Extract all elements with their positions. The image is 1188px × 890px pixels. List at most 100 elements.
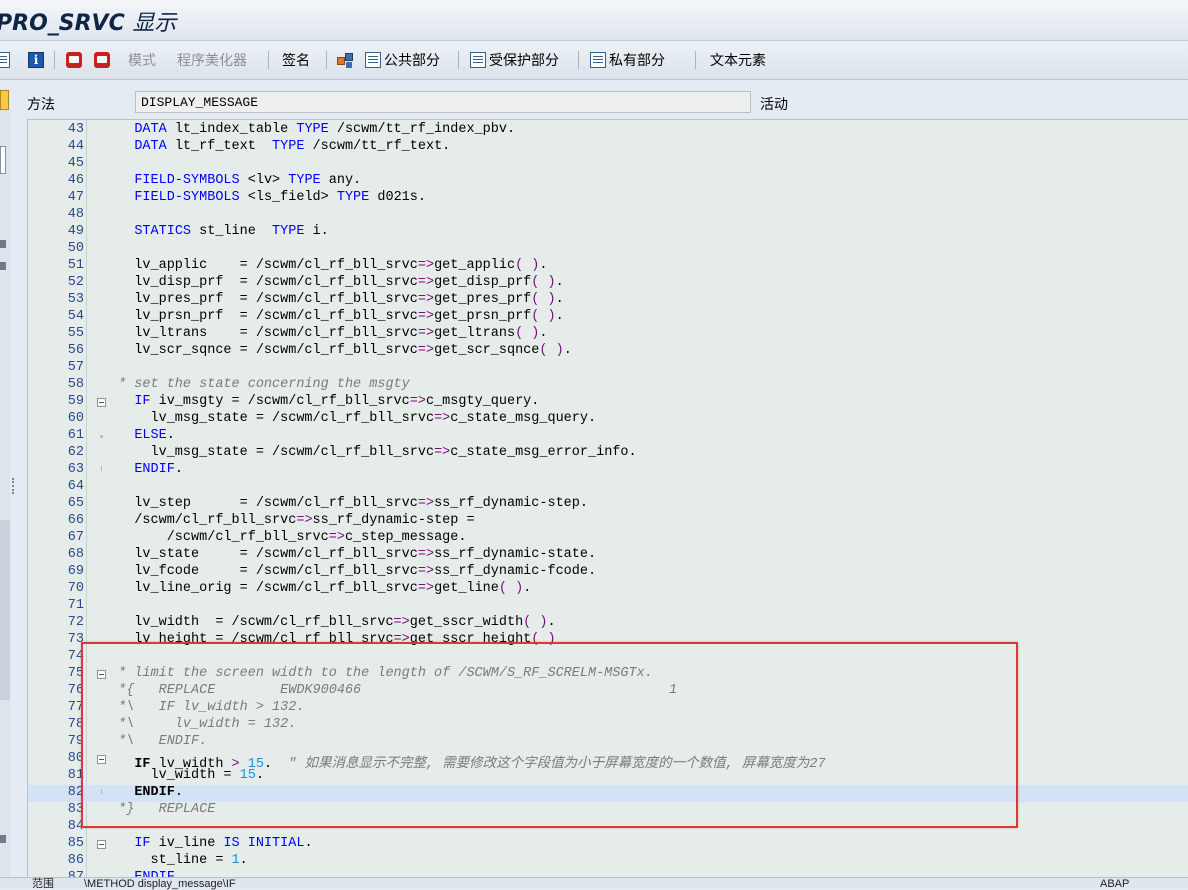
line-number: 47 — [67, 190, 84, 205]
public-section-label: 公共部分 — [384, 52, 440, 68]
title-suffix: 显示 — [132, 11, 177, 36]
code-line[interactable]: 86 st_line = 1. — [28, 853, 1188, 870]
code-text: IF iv_msgty = /scwm/cl_rf_bll_srvc=>c_ms… — [134, 394, 540, 409]
code-line[interactable]: 45 — [28, 156, 1188, 173]
pretty-printer-button[interactable]: 程序美化器 — [177, 50, 247, 70]
code-line[interactable]: 52 lv_disp_prf = /scwm/cl_rf_bll_srvc=>g… — [28, 275, 1188, 292]
code-line[interactable]: 70 lv_line_orig = /scwm/cl_rf_bll_srvc=>… — [28, 581, 1188, 598]
method-header: 方法 DISPLAY_MESSAGE 活动 — [0, 89, 1188, 117]
mode-button[interactable]: 模式 — [128, 50, 156, 70]
toolbar-separator — [578, 51, 579, 69]
fold-toggle-icon[interactable] — [97, 755, 106, 764]
line-number: 81 — [67, 768, 84, 783]
code-line[interactable]: 64 — [28, 479, 1188, 496]
protected-section-label: 受保护部分 — [489, 52, 559, 68]
code-line[interactable]: 59 IF iv_msgty = /scwm/cl_rf_bll_srvc=>c… — [28, 394, 1188, 411]
code-line[interactable]: 56 lv_scr_sqnce = /scwm/cl_rf_bll_srvc=>… — [28, 343, 1188, 360]
code-line[interactable]: 49 STATICS st_line TYPE i. — [28, 224, 1188, 241]
code-text: lv_state = /scwm/cl_rf_bll_srvc=>ss_rf_d… — [110, 547, 597, 562]
fold-toggle-icon[interactable] — [97, 840, 106, 849]
code-line[interactable]: 46 FIELD-SYMBOLS <lv> TYPE any. — [28, 173, 1188, 190]
signature-button[interactable]: 签名 — [282, 50, 310, 70]
line-number: 78 — [67, 717, 84, 732]
line-number: 65 — [67, 496, 84, 511]
code-line[interactable]: 85 IF iv_line IS INITIAL. — [28, 836, 1188, 853]
code-line[interactable]: 50 — [28, 241, 1188, 258]
code-line[interactable]: 84 — [28, 819, 1188, 836]
info-button[interactable]: i — [28, 50, 47, 70]
code-line[interactable]: 83 *} REPLACE — [28, 802, 1188, 819]
line-number: 45 — [67, 156, 84, 171]
code-text: lv_msg_state = /scwm/cl_rf_bll_srvc=>c_s… — [110, 411, 597, 426]
code-line[interactable]: 58 * set the state concerning the msgty — [28, 377, 1188, 394]
section-icon — [365, 52, 381, 68]
hierarchy-button[interactable] — [337, 50, 356, 70]
toolbar-separator — [326, 51, 327, 69]
code-line[interactable]: 81 lv_width = 15. — [28, 768, 1188, 785]
code-text: lv_step = /scwm/cl_rf_bll_srvc=>ss_rf_dy… — [110, 496, 588, 511]
code-line[interactable]: 71 — [28, 598, 1188, 615]
line-number: 82 — [67, 785, 84, 800]
panel-toggle[interactable] — [0, 146, 6, 174]
line-number: 54 — [67, 309, 84, 324]
abap-code-editor[interactable]: 43 DATA lt_index_table TYPE /scwm/tt_rf_… — [27, 119, 1188, 878]
code-line[interactable]: 76 *{ REPLACE EWDK900466 1 — [28, 683, 1188, 700]
code-line[interactable]: 57 — [28, 360, 1188, 377]
code-text: *\ IF lv_width > 132. — [110, 700, 305, 715]
public-section-button[interactable]: 公共部分 — [365, 50, 440, 70]
code-line[interactable]: 78 *\ lv_width = 132. — [28, 717, 1188, 734]
code-line[interactable]: 77 *\ IF lv_width > 132. — [28, 700, 1188, 717]
code-line[interactable]: 48 — [28, 207, 1188, 224]
code-line[interactable]: 80 IF lv_width > 15. " 如果消息显示不完整, 需要修改这个… — [28, 751, 1188, 772]
code-line[interactable]: 44 DATA lt_rf_text TYPE /scwm/tt_rf_text… — [28, 139, 1188, 156]
code-text: st_line = 1. — [110, 853, 248, 868]
code-line[interactable]: 67 /scwm/cl_rf_bll_srvc=>c_step_message. — [28, 530, 1188, 547]
code-line[interactable]: 47 FIELD-SYMBOLS <ls_field> TYPE d021s. — [28, 190, 1188, 207]
code-line[interactable]: 62 lv_msg_state = /scwm/cl_rf_bll_srvc=>… — [28, 445, 1188, 462]
code-line[interactable]: 61 ELSE. — [28, 428, 1188, 445]
line-number: 73 — [67, 632, 84, 647]
code-line[interactable]: 82 ENDIF. — [28, 785, 1188, 802]
scroll-arrow-icon[interactable] — [0, 835, 6, 843]
code-line[interactable]: 53 lv_pres_prf = /scwm/cl_rf_bll_srvc=>g… — [28, 292, 1188, 309]
code-text: FIELD-SYMBOLS <lv> TYPE any. — [134, 173, 362, 188]
code-text: lv_line_orig = /scwm/cl_rf_bll_srvc=>get… — [110, 581, 532, 596]
code-text: ENDIF. — [134, 785, 183, 800]
code-line[interactable]: 63 ENDIF. — [28, 462, 1188, 479]
private-section-button[interactable]: 私有部分 — [590, 50, 665, 70]
protected-section-button[interactable]: 受保护部分 — [470, 50, 559, 70]
line-number: 58 — [67, 377, 84, 392]
code-line[interactable]: 43 DATA lt_index_table TYPE /scwm/tt_rf_… — [28, 122, 1188, 139]
code-line[interactable]: 51 lv_applic = /scwm/cl_rf_bll_srvc=>get… — [28, 258, 1188, 275]
code-line[interactable]: 73 lv_height = /scwm/cl_rf_bll_srvc=>get… — [28, 632, 1188, 649]
code-line[interactable]: 66 /scwm/cl_rf_bll_srvc=>ss_rf_dynamic-s… — [28, 513, 1188, 530]
fold-toggle-icon[interactable] — [97, 670, 106, 679]
code-line[interactable]: 72 lv_width = /scwm/cl_rf_bll_srvc=>get_… — [28, 615, 1188, 632]
code-line[interactable]: 60 lv_msg_state = /scwm/cl_rf_bll_srvc=>… — [28, 411, 1188, 428]
method-name-field[interactable]: DISPLAY_MESSAGE — [135, 91, 751, 113]
collapse-arrow-icon[interactable] — [0, 240, 6, 248]
code-line[interactable]: 75 * limit the screen width to the lengt… — [28, 666, 1188, 683]
code-line[interactable]: 54 lv_prsn_prf = /scwm/cl_rf_bll_srvc=>g… — [28, 309, 1188, 326]
code-line[interactable]: 74 — [28, 649, 1188, 666]
line-number: 44 — [67, 139, 84, 154]
line-number: 55 — [67, 326, 84, 341]
list-icon — [0, 52, 10, 68]
code-line[interactable]: 68 lv_state = /scwm/cl_rf_bll_srvc=>ss_r… — [28, 547, 1188, 564]
line-number: 86 — [67, 853, 84, 868]
code-line[interactable]: 69 lv_fcode = /scwm/cl_rf_bll_srvc=>ss_r… — [28, 564, 1188, 581]
code-line[interactable]: 79 *\ ENDIF. — [28, 734, 1188, 751]
where-used-button[interactable] — [66, 50, 85, 70]
expand-arrow-icon[interactable] — [0, 262, 6, 270]
text-elements-button[interactable]: 文本元素 — [710, 50, 766, 70]
code-line[interactable]: 55 lv_ltrans = /scwm/cl_rf_bll_srvc=>get… — [28, 326, 1188, 343]
line-number: 75 — [67, 666, 84, 681]
display-object-list-button[interactable] — [0, 50, 13, 70]
line-number: 71 — [67, 598, 84, 613]
code-line[interactable]: 65 lv_step = /scwm/cl_rf_bll_srvc=>ss_rf… — [28, 496, 1188, 513]
stop-button[interactable] — [94, 50, 113, 70]
code-text: lv_fcode = /scwm/cl_rf_bll_srvc=>ss_rf_d… — [110, 564, 597, 579]
window-title: PRO_SRVC 显示 — [0, 5, 176, 37]
splitter-handle[interactable] — [12, 478, 19, 494]
fold-toggle-icon[interactable] — [97, 398, 106, 407]
